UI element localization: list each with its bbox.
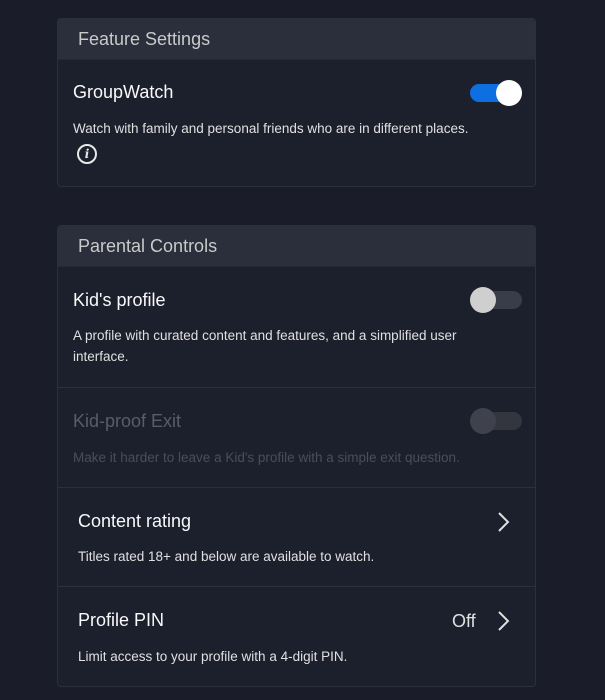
kids-profile-row: Kid's profile A profile with curated con…: [58, 267, 535, 388]
content-rating-title: Content rating: [78, 511, 192, 531]
parental-controls-panel: Parental Controls Kid's profile A profil…: [57, 225, 536, 687]
toggle-knob: [470, 287, 496, 313]
chevron-right-icon: [498, 611, 510, 631]
profile-pin-title: Profile PIN: [78, 610, 165, 630]
kid-proof-exit-description: Make it harder to leave a Kid's profile …: [73, 450, 460, 465]
kid-proof-exit-row: Kid-proof Exit Make it harder to leave a…: [58, 388, 535, 488]
profile-pin-description: Limit access to your profile with a 4-di…: [78, 649, 348, 664]
feature-settings-header: Feature Settings: [58, 19, 535, 60]
kids-profile-description-line2: interface.: [73, 349, 129, 364]
feature-settings-panel: Feature Settings GroupWatch Watch with f…: [57, 18, 536, 187]
groupwatch-row: GroupWatch Watch with family and persona…: [58, 60, 535, 186]
kids-profile-title: Kid's profile: [73, 290, 166, 310]
profile-pin-row[interactable]: Profile PIN Off Limit access to your pro…: [58, 587, 535, 686]
info-icon[interactable]: i: [77, 144, 97, 164]
kid-proof-exit-toggle: [470, 408, 522, 434]
chevron-right-icon: [498, 512, 510, 532]
toggle-knob: [470, 408, 496, 434]
toggle-knob: [496, 80, 522, 106]
groupwatch-description: Watch with family and personal friends w…: [73, 121, 469, 136]
kids-profile-description: A profile with curated content and featu…: [73, 325, 503, 367]
kids-profile-toggle[interactable]: [470, 287, 522, 313]
groupwatch-toggle[interactable]: [470, 80, 522, 106]
kids-profile-description-line1: A profile with curated content and featu…: [73, 328, 457, 343]
kid-proof-exit-title: Kid-proof Exit: [73, 411, 182, 431]
profile-pin-value: Off: [452, 611, 476, 631]
content-rating-row[interactable]: Content rating Titles rated 18+ and belo…: [58, 488, 535, 587]
parental-controls-header: Parental Controls: [58, 226, 535, 267]
groupwatch-title: GroupWatch: [73, 82, 174, 102]
content-rating-description: Titles rated 18+ and below are available…: [78, 549, 375, 564]
